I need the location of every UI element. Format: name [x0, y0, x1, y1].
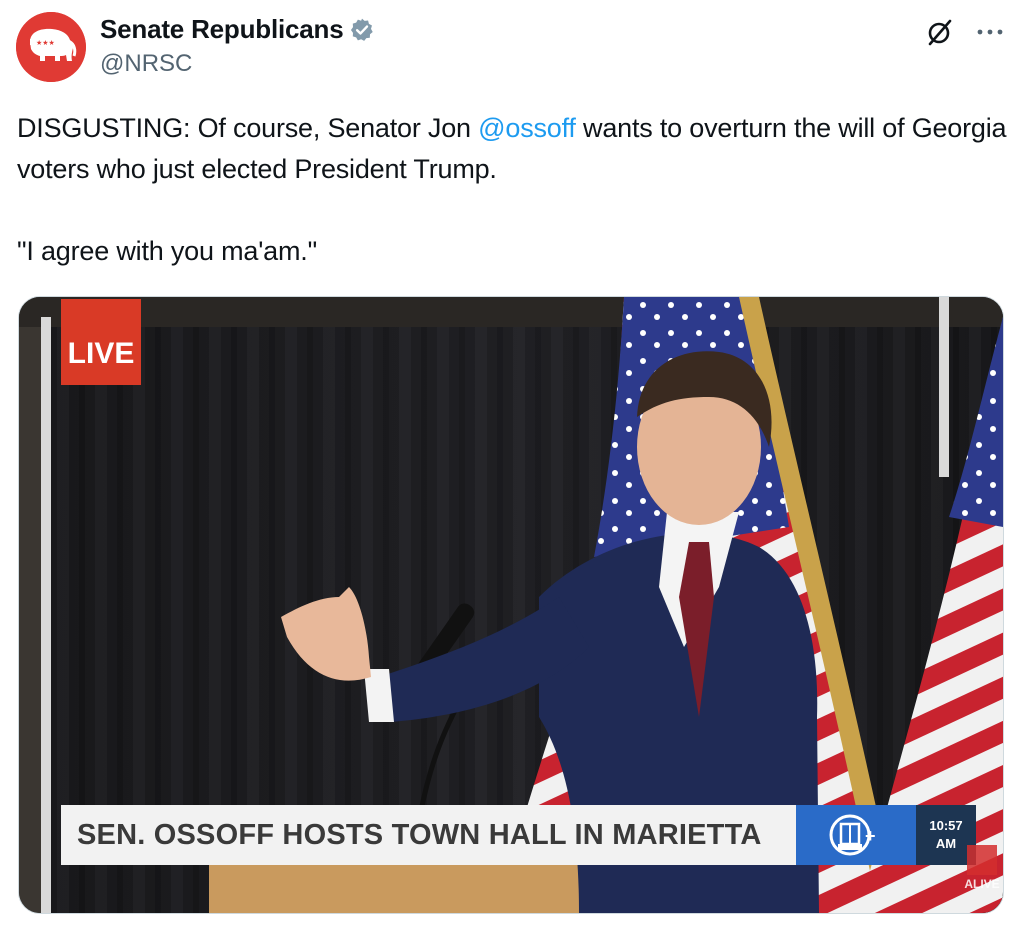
elephant-logo-icon: ★★★: [16, 12, 86, 82]
video-headline-banner: SEN. OSSOFF HOSTS TOWN HALL IN MARIETTA: [61, 805, 796, 865]
grok-icon[interactable]: [924, 16, 956, 48]
svg-text:+: +: [865, 826, 876, 846]
channel-bug: ALIVE: [963, 835, 1001, 895]
tweet-text-part: DISGUSTING: Of course, Senator Jon: [17, 113, 479, 143]
clock-time: 10:57: [929, 818, 963, 833]
channel-bug-icon: [967, 845, 997, 875]
tweet-quote: "I agree with you ma'am.": [17, 236, 317, 266]
tweet-card: ★★★ Senate Republicans @NRSC DISGUSTING:…: [0, 0, 1024, 925]
video-player[interactable]: LIVE SEN. OSSOFF HOSTS TOWN HALL IN MARI…: [18, 296, 1004, 914]
station-logo-icon: +: [796, 805, 916, 865]
tweet-text: DISGUSTING: Of course, Senator Jon @osso…: [17, 108, 1007, 272]
live-badge: LIVE: [61, 299, 141, 385]
verified-badge-icon: [349, 17, 375, 43]
author-display-name[interactable]: Senate Republicans: [100, 14, 344, 45]
more-options-icon[interactable]: [972, 16, 1008, 48]
author-name-row: Senate Republicans: [100, 14, 375, 45]
author-handle[interactable]: @NRSC: [100, 50, 192, 78]
tweet-text-paragraph: DISGUSTING: Of course, Senator Jon @osso…: [17, 108, 1007, 190]
channel-bug-label: ALIVE: [964, 877, 1000, 891]
mention-link[interactable]: @ossoff: [478, 113, 576, 143]
svg-text:★★★: ★★★: [36, 39, 55, 47]
clock-ampm: AM: [935, 836, 957, 851]
avatar[interactable]: ★★★: [16, 12, 86, 82]
